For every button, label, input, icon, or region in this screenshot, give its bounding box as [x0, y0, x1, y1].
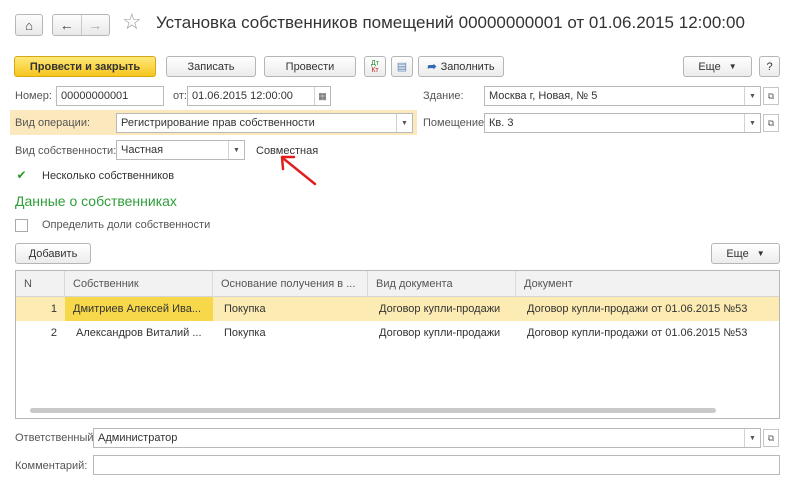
- post-button[interactable]: Провести: [264, 56, 356, 77]
- number-label: Номер:: [15, 90, 52, 102]
- building-label: Здание:: [423, 90, 464, 102]
- building-open-icon[interactable]: ⧉: [763, 87, 779, 105]
- save-button[interactable]: Записать: [166, 56, 256, 77]
- date-field[interactable]: 01.06.2015 12:00:00 ▦: [187, 86, 331, 106]
- ownership-field[interactable]: Частная ▼: [116, 140, 245, 160]
- several-owners-label: Несколько собственников: [42, 170, 175, 182]
- operation-dropdown-icon[interactable]: ▼: [396, 114, 412, 132]
- premises-dropdown-icon[interactable]: ▼: [744, 114, 760, 132]
- ownership-value: Частная: [121, 144, 164, 156]
- table-row[interactable]: 2 Александров Виталий ... Покупка Догово…: [16, 321, 779, 345]
- table-row[interactable]: 1 Дмитриев Алексей Ива... Покупка Догово…: [16, 297, 779, 321]
- building-value: Москва г, Новая, № 5: [489, 90, 598, 102]
- forward-icon[interactable]: →: [80, 15, 110, 35]
- document-icon: ▤: [396, 61, 408, 73]
- ownership-label: Вид собственности:: [15, 145, 117, 157]
- column-header-n[interactable]: N: [16, 271, 65, 297]
- dt-kt-button[interactable]: Дт Кт: [364, 56, 386, 77]
- operation-label: Вид операции:: [15, 117, 91, 129]
- operation-value: Регистрирование прав собственности: [121, 117, 315, 129]
- annotation-arrow-icon: [280, 155, 317, 186]
- responsible-label: Ответственный:: [15, 432, 97, 444]
- premises-open-icon[interactable]: ⧉: [763, 114, 779, 132]
- fill-button[interactable]: ➦ Заполнить: [418, 56, 504, 77]
- row-owner[interactable]: Дмитриев Алексей Ива...: [65, 297, 213, 321]
- premises-field[interactable]: Кв. 3 ▼: [484, 113, 761, 133]
- more-button[interactable]: Еще ▼: [683, 56, 752, 77]
- window-title: Установка собственников помещений 000000…: [156, 13, 745, 32]
- building-dropdown-icon[interactable]: ▼: [744, 87, 760, 105]
- column-header-doc-type[interactable]: Вид документа: [368, 271, 516, 297]
- building-field[interactable]: Москва г, Новая, № 5 ▼: [484, 86, 761, 106]
- calendar-icon[interactable]: ▦: [314, 87, 330, 105]
- responsible-open-icon[interactable]: ⧉: [763, 429, 779, 447]
- column-header-basis[interactable]: Основание получения в ...: [213, 271, 368, 297]
- responsible-value: Администратор: [98, 432, 178, 444]
- print-button[interactable]: ▤: [391, 56, 413, 77]
- home-button[interactable]: ⌂: [15, 14, 43, 36]
- row-doc-type[interactable]: Договор купли-продажи: [371, 321, 516, 345]
- owners-table: N Собственник Основание получения в ... …: [15, 270, 780, 419]
- table-more-label: Еще: [726, 247, 749, 260]
- fill-button-label: Заполнить: [440, 60, 495, 73]
- responsible-dropdown-icon[interactable]: ▼: [744, 429, 760, 447]
- horizontal-scrollbar[interactable]: [30, 408, 716, 413]
- date-label: от:: [173, 90, 187, 102]
- home-icon: ⌂: [25, 17, 33, 33]
- column-header-owner[interactable]: Собственник: [65, 271, 213, 297]
- row-document[interactable]: Договор купли-продажи от 01.06.2015 №53: [519, 321, 779, 345]
- chevron-down-icon: ▼: [728, 62, 737, 71]
- row-number: 2: [50, 327, 57, 339]
- premises-value: Кв. 3: [489, 117, 514, 129]
- more-button-label: Еще: [698, 60, 721, 73]
- date-value: 01.06.2015 12:00:00: [192, 90, 293, 102]
- comment-label: Комментарий:: [15, 460, 88, 472]
- row-doc-type[interactable]: Договор купли-продажи: [371, 297, 516, 321]
- define-shares-label: Определить доли собственности: [42, 219, 211, 231]
- chevron-down-icon: ▼: [756, 249, 765, 258]
- ownership-dropdown-icon[interactable]: ▼: [228, 141, 244, 159]
- row-document[interactable]: Договор купли-продажи от 01.06.2015 №53: [519, 297, 779, 321]
- help-button[interactable]: ?: [759, 56, 780, 77]
- row-owner[interactable]: Александров Виталий ...: [68, 321, 213, 345]
- post-and-close-button[interactable]: Провести и закрыть: [14, 56, 156, 77]
- dt-kt-icon: Дт Кт: [371, 59, 379, 74]
- back-icon[interactable]: ←: [53, 15, 81, 35]
- fill-icon: ➦: [427, 61, 437, 73]
- row-basis[interactable]: Покупка: [216, 321, 368, 345]
- premises-label: Помещение:: [423, 117, 488, 129]
- owners-section-title: Данные о собственниках: [15, 193, 177, 209]
- row-number: 1: [50, 303, 57, 315]
- column-header-document[interactable]: Документ: [516, 271, 779, 297]
- operation-field[interactable]: Регистрирование прав собственности ▼: [116, 113, 413, 133]
- several-owners-checkbox[interactable]: ✔: [15, 168, 28, 181]
- comment-field[interactable]: [93, 455, 780, 475]
- add-owner-button[interactable]: Добавить: [15, 243, 91, 264]
- table-more-button[interactable]: Еще ▼: [711, 243, 780, 264]
- table-header: N Собственник Основание получения в ... …: [16, 271, 779, 297]
- row-basis[interactable]: Покупка: [216, 297, 368, 321]
- responsible-field[interactable]: Администратор ▼: [93, 428, 761, 448]
- favorite-star-icon[interactable]: ☆: [122, 11, 142, 33]
- define-shares-checkbox[interactable]: [15, 219, 28, 232]
- history-nav: ← →: [52, 14, 110, 36]
- number-field[interactable]: 00000000001: [56, 86, 164, 106]
